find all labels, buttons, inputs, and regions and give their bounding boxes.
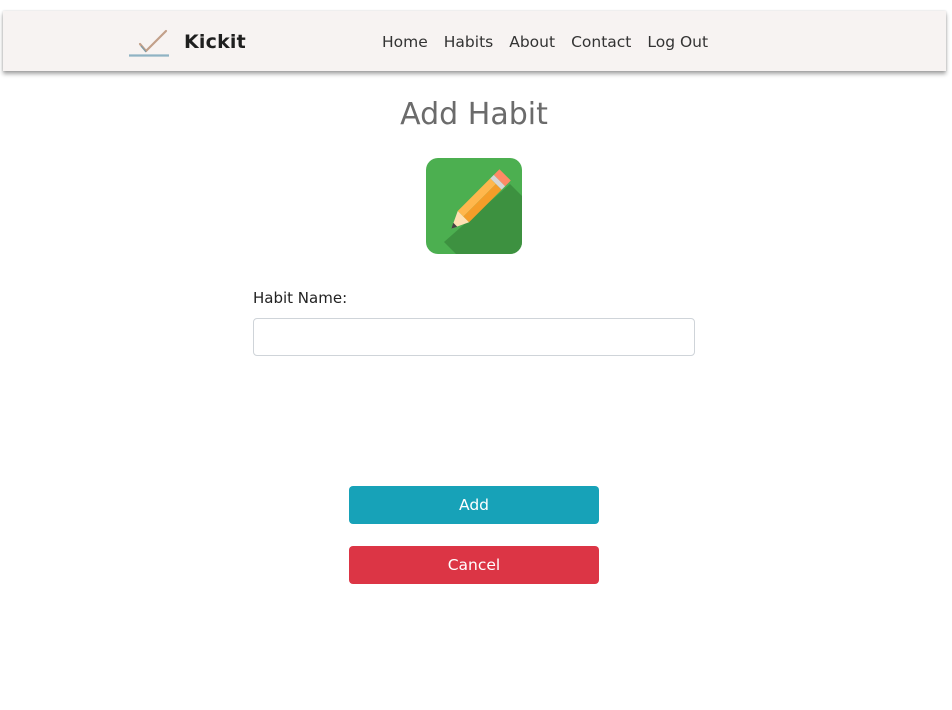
navbar: Kickit Home Habits About Contact Log Out <box>3 11 946 71</box>
nav-home[interactable]: Home <box>382 33 428 51</box>
nav-habits[interactable]: Habits <box>444 33 493 51</box>
nav-logout[interactable]: Log Out <box>647 33 708 51</box>
nav-contact[interactable]: Contact <box>571 33 631 51</box>
nav-about[interactable]: About <box>509 33 555 51</box>
brand-name: Kickit <box>184 31 246 53</box>
brand-link[interactable]: Kickit <box>128 25 246 59</box>
pencil-icon <box>426 158 522 254</box>
cancel-button[interactable]: Cancel <box>349 546 599 584</box>
habit-name-input[interactable] <box>253 318 695 356</box>
nav-links: Home Habits About Contact Log Out <box>382 30 724 54</box>
habit-name-label: Habit Name: <box>253 289 348 307</box>
page-title: Add Habit <box>400 97 548 132</box>
checkmark-logo-icon <box>129 29 169 57</box>
add-button[interactable]: Add <box>349 486 599 524</box>
